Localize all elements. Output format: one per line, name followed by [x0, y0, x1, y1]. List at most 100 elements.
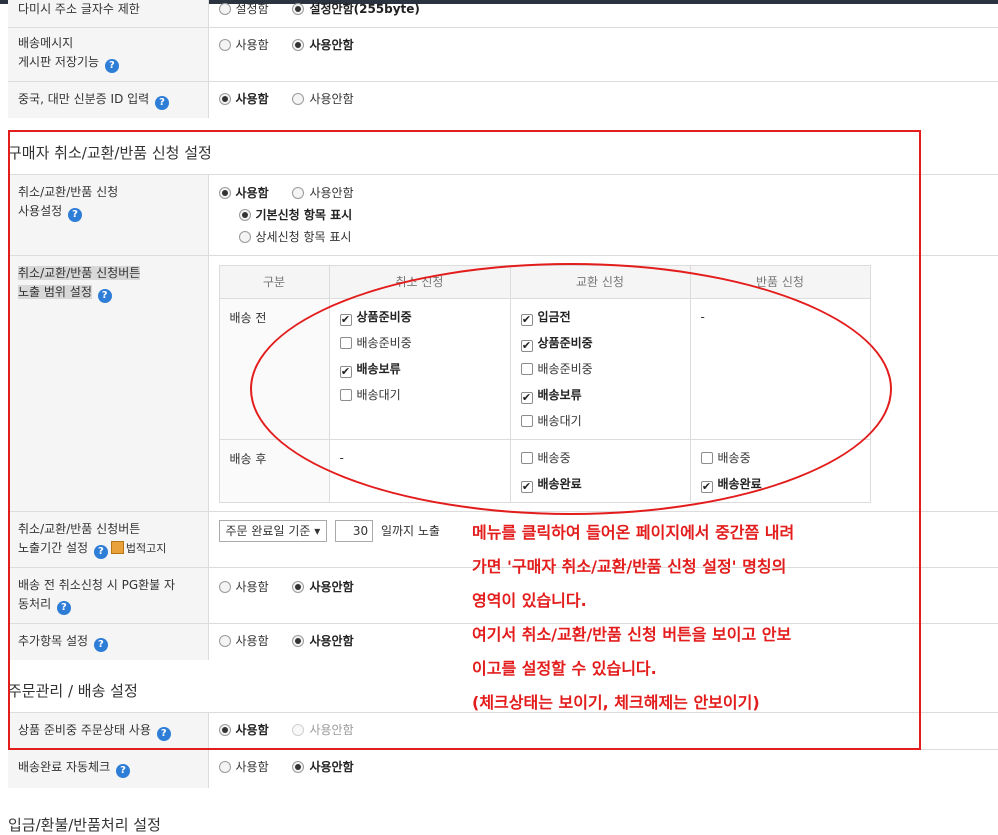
help-icon[interactable]: ?	[68, 208, 82, 222]
radio-selected-icon[interactable]	[219, 187, 231, 199]
help-icon[interactable]: ?	[116, 764, 130, 778]
radio-selected-icon[interactable]	[219, 93, 231, 105]
checkbox-item[interactable]: ✔상품준비중	[521, 330, 680, 356]
section-title-buyer-cancel: 구매자 취소/교환/반품 신청 설정	[8, 142, 212, 163]
checkbox-icon[interactable]	[521, 415, 533, 427]
checkbox-item[interactable]: 배송준비중	[340, 330, 500, 356]
radio-selected-icon[interactable]	[292, 761, 304, 773]
radio-disabled-icon[interactable]	[292, 724, 304, 736]
option-use[interactable]: 사용함	[219, 721, 269, 740]
row-label: 배송 전 취소신청 시 PG환불 자 동처리 ?	[8, 568, 208, 624]
checkbox-checked-icon[interactable]: ✔	[521, 340, 533, 352]
row-label: 배송메시지 게시판 저장기능 ?	[8, 28, 208, 82]
radio-selected-icon[interactable]	[292, 581, 304, 593]
exchange-before-cell: ✔입금전 ✔상품준비중 배송준비중 ✔배송보류 배송대기	[510, 299, 690, 440]
checkbox-icon[interactable]	[340, 337, 352, 349]
row-before-shipping: 배송 전	[219, 299, 329, 440]
checkbox-item[interactable]: ✔배송보류	[521, 382, 680, 408]
radio-selected-icon[interactable]	[219, 724, 231, 736]
checkbox-item[interactable]: 배송대기	[340, 382, 500, 408]
row-label: 배송완료 자동체크 ?	[8, 750, 208, 788]
radio-icon[interactable]	[219, 635, 231, 647]
checkbox-checked-icon[interactable]: ✔	[521, 392, 533, 404]
cancel-before-cell: ✔상품준비중 배송준비중 ✔배송보류 배송대기	[329, 299, 510, 440]
radio-icon[interactable]	[219, 581, 231, 593]
option-setting[interactable]: 설정함	[219, 0, 269, 19]
option-detail-items[interactable]: 상세신청 항목 표시	[219, 228, 998, 247]
checkbox-item[interactable]: 배송준비중	[521, 356, 680, 382]
option-not-use[interactable]: 사용안함	[292, 632, 353, 651]
cancel-after-cell: -	[329, 440, 510, 503]
radio-icon[interactable]	[219, 3, 231, 15]
row-label: 추가항목 설정 ?	[8, 624, 208, 661]
help-icon[interactable]: ?	[57, 601, 71, 615]
row-label: 중국, 대만 신분증 ID 입력 ?	[8, 82, 208, 119]
days-input[interactable]: 30	[335, 520, 373, 542]
option-not-use[interactable]: 사용안함	[292, 721, 353, 740]
option-not-use[interactable]: 사용안함	[292, 184, 353, 203]
radio-icon[interactable]	[219, 761, 231, 773]
expose-range-table: 구분 취소 신청 교환 신청 반품 신청 배송 전 ✔상품준비중 배송준비중 ✔…	[219, 265, 871, 503]
checkbox-checked-icon[interactable]: ✔	[521, 314, 533, 326]
section-title-order-shipping: 주문관리 / 배송 설정	[8, 680, 138, 701]
option-not-use[interactable]: 사용안함	[292, 36, 353, 55]
checkbox-item[interactable]: ✔입금전	[521, 304, 680, 330]
radio-selected-icon[interactable]	[239, 209, 251, 221]
option-no-setting[interactable]: 설정안함(255byte)	[292, 0, 419, 19]
checkbox-checked-icon[interactable]: ✔	[340, 314, 352, 326]
checkbox-checked-icon[interactable]: ✔	[701, 481, 713, 493]
row-label: 다미시 주소 글자수 제한	[8, 0, 208, 28]
checkbox-icon[interactable]	[521, 452, 533, 464]
radio-icon[interactable]	[292, 187, 304, 199]
header-exchange: 교환 신청	[510, 266, 690, 299]
radio-icon[interactable]	[292, 93, 304, 105]
help-icon[interactable]: ?	[105, 59, 119, 73]
header-category: 구분	[219, 266, 329, 299]
help-icon[interactable]: ?	[155, 96, 169, 110]
option-use[interactable]: 사용함	[219, 632, 269, 651]
option-basic-items[interactable]: 기본신청 항목 표시	[219, 206, 998, 225]
checkbox-checked-icon[interactable]: ✔	[340, 366, 352, 378]
annotation-note: 메뉴를 클릭하여 들어온 페이지에서 중간쯤 내려 가면 '구매자 취소/교환/…	[472, 516, 794, 720]
radio-icon[interactable]	[219, 39, 231, 51]
radio-selected-icon[interactable]	[292, 635, 304, 647]
checkbox-item[interactable]: 배송대기	[521, 408, 680, 434]
return-after-cell: 배송중 ✔배송완료	[690, 440, 870, 503]
checkbox-item[interactable]: 배송중	[521, 445, 680, 471]
help-icon[interactable]: ?	[94, 638, 108, 652]
checkbox-checked-icon[interactable]: ✔	[521, 481, 533, 493]
help-icon[interactable]: ?	[98, 289, 112, 303]
row-label: 상품 준비중 주문상태 사용 ?	[8, 713, 208, 750]
period-basis-select[interactable]: 주문 완료일 기준 ▾	[219, 520, 328, 542]
radio-selected-icon[interactable]	[292, 39, 304, 51]
checkbox-item[interactable]: ✔배송보류	[340, 356, 500, 382]
checkbox-item[interactable]: ✔배송완료	[521, 471, 680, 497]
row-after-shipping: 배송 후	[219, 440, 329, 503]
option-use[interactable]: 사용함	[219, 184, 269, 203]
radio-icon[interactable]	[239, 231, 251, 243]
option-not-use[interactable]: 사용안함	[292, 578, 353, 597]
checkbox-icon[interactable]	[701, 452, 713, 464]
settings-table-top: 다미시 주소 글자수 제한 설정함 설정안함(255byte) 배송메시지 게시…	[8, 0, 998, 118]
row-label: 취소/교환/반품 신청버튼 노출기간 설정 ?법적고지	[8, 512, 208, 568]
row-label: 취소/교환/반품 신청 사용설정 ?	[8, 175, 208, 256]
section-title-deposit-refund: 입금/환불/반품처리 설정	[8, 814, 161, 835]
header-return: 반품 신청	[690, 266, 870, 299]
checkbox-item[interactable]: ✔배송완료	[701, 471, 860, 497]
help-icon[interactable]: ?	[157, 727, 171, 741]
checkbox-item[interactable]: 배송중	[701, 445, 860, 471]
option-not-use[interactable]: 사용안함	[292, 90, 353, 109]
option-use[interactable]: 사용함	[219, 90, 269, 109]
header-cancel: 취소 신청	[329, 266, 510, 299]
help-icon[interactable]: ?	[94, 545, 108, 559]
option-use[interactable]: 사용함	[219, 36, 269, 55]
option-use[interactable]: 사용함	[219, 578, 269, 597]
radio-selected-icon[interactable]	[292, 3, 304, 15]
checkbox-icon[interactable]	[340, 389, 352, 401]
checkbox-item[interactable]: ✔상품준비중	[340, 304, 500, 330]
chevron-down-icon: ▾	[314, 524, 320, 538]
checkbox-icon[interactable]	[521, 363, 533, 375]
law-notice-icon[interactable]	[111, 541, 124, 554]
option-use[interactable]: 사용함	[219, 758, 269, 777]
option-not-use[interactable]: 사용안함	[292, 758, 353, 777]
